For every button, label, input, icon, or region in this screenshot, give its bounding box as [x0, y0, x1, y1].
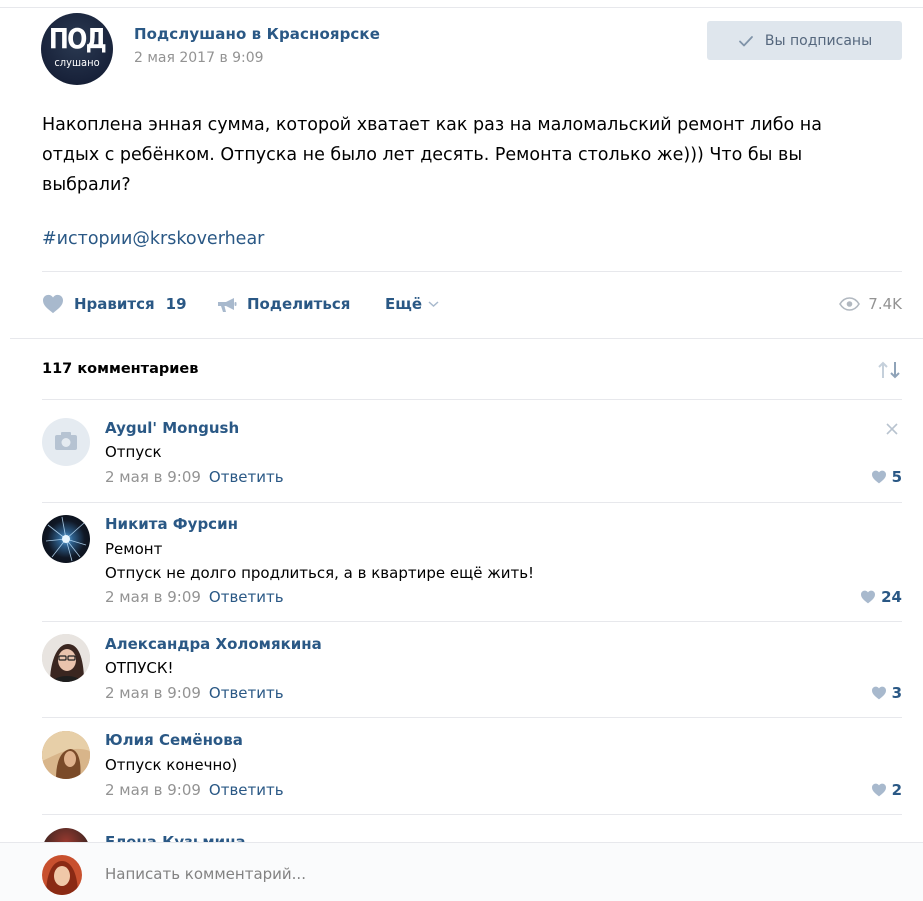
post-date[interactable]: 2 мая 2017 в 9:09 [134, 50, 264, 66]
like-label: Нравится [74, 295, 155, 313]
comment-date[interactable]: 2 мая в 9:09 [105, 468, 201, 486]
comment-text: Отпуск не долго продлиться, а в квартире… [105, 564, 535, 582]
comment-input[interactable]: Написать комментарий... [105, 865, 306, 883]
comment-like-count: 5 [891, 468, 902, 486]
sort-icon[interactable] [877, 360, 903, 380]
comment-author-link[interactable]: Юлия Семёнова [105, 731, 243, 749]
reply-link[interactable]: Ответить [209, 684, 284, 702]
top-divider [0, 0, 923, 8]
comment-like-count: 24 [881, 588, 902, 606]
avatar-photo-image [42, 855, 82, 895]
subscribed-label: Вы подписаны [764, 32, 873, 49]
avatar[interactable] [42, 418, 90, 466]
group-name-link[interactable]: Подслушано в Красноярске [134, 25, 380, 43]
comment-text: Отпуск [105, 443, 162, 461]
group-avatar[interactable]: ПОД слушано [41, 13, 113, 85]
post-text-line: выбрали? [42, 175, 131, 195]
camera-icon [55, 432, 77, 450]
like-count: 19 [165, 295, 187, 313]
comment-text: Ремонт [105, 540, 163, 558]
chevron-down-icon [428, 301, 439, 308]
eye-icon [839, 297, 861, 311]
check-icon [738, 35, 753, 46]
avatar-photo-image [42, 634, 90, 682]
views-counter: 7.4K [839, 290, 902, 318]
comment-meta: 2 мая в 9:09 Ответить [105, 588, 284, 606]
reply-link[interactable]: Ответить [209, 588, 284, 606]
comment-text: ОТПУСК! [105, 659, 174, 677]
avatar[interactable] [42, 731, 90, 779]
like-button[interactable]: Нравится 19 [42, 290, 187, 318]
comment-like-count: 3 [891, 684, 902, 702]
share-button[interactable]: Поделиться [217, 290, 350, 318]
comment-text: Отпуск конечно) [105, 756, 238, 774]
divider [42, 502, 902, 503]
group-avatar-logo-text: ПОД [48, 22, 107, 55]
comment-meta: 2 мая в 9:09 Ответить [105, 684, 284, 702]
group-avatar-logo-subtext: слушано [54, 56, 100, 69]
comment-meta: 2 мая в 9:09 Ответить [105, 468, 284, 486]
post-text-line: отдых с ребёнком. Отпуска не было лет де… [42, 145, 803, 165]
close-icon[interactable] [884, 421, 900, 437]
comment-meta: 2 мая в 9:09 Ответить [105, 781, 284, 799]
comment-like-button[interactable]: 24 [860, 588, 902, 606]
reply-link[interactable]: Ответить [209, 781, 284, 799]
comment-author-link[interactable]: Александра Холомякина [105, 635, 322, 653]
avatar-sparkle-image [45, 516, 87, 562]
avatar[interactable] [42, 828, 90, 843]
divider [42, 621, 902, 622]
heart-icon [43, 294, 63, 314]
comment-like-button[interactable]: 2 [871, 781, 902, 799]
avatar[interactable] [42, 634, 90, 682]
megaphone-icon [218, 298, 237, 312]
views-count: 7.4K [868, 295, 902, 313]
more-button[interactable]: Ещё [385, 290, 449, 318]
comment-author-link[interactable]: Aygul' Mongush [105, 419, 239, 437]
comment-like-button[interactable]: 3 [871, 684, 902, 702]
divider [42, 271, 902, 272]
divider [10, 338, 923, 339]
heart-icon [861, 590, 876, 604]
avatar[interactable] [42, 855, 82, 895]
heart-icon [871, 783, 886, 797]
avatar-photo-image [42, 731, 90, 779]
heart-icon [871, 470, 886, 484]
divider [42, 717, 902, 718]
comments-count: 117 комментариев [42, 361, 199, 377]
divider [42, 814, 902, 815]
comment-date[interactable]: 2 мая в 9:09 [105, 588, 201, 606]
subscribed-button[interactable]: Вы подписаны [707, 21, 902, 60]
comment-date[interactable]: 2 мая в 9:09 [105, 684, 201, 702]
divider [42, 399, 902, 400]
comment-author-link[interactable]: Никита Фурсин [105, 515, 238, 533]
comment-like-button[interactable]: 5 [871, 468, 902, 486]
more-label: Ещё [385, 295, 423, 313]
comment-date[interactable]: 2 мая в 9:09 [105, 781, 201, 799]
comment-compose-bar: Написать комментарий... [0, 842, 923, 901]
comment-like-count: 2 [891, 781, 902, 799]
hashtag-link[interactable]: #истории@krskoverhear [42, 229, 264, 249]
post-text-line: Накоплена энная сумма, которой хватает к… [42, 115, 822, 135]
share-label: Поделиться [247, 295, 351, 313]
post-text: Накоплена энная сумма, которой хватает к… [42, 110, 902, 200]
heart-icon [871, 686, 886, 700]
avatar[interactable] [42, 515, 90, 563]
reply-link[interactable]: Ответить [209, 468, 284, 486]
